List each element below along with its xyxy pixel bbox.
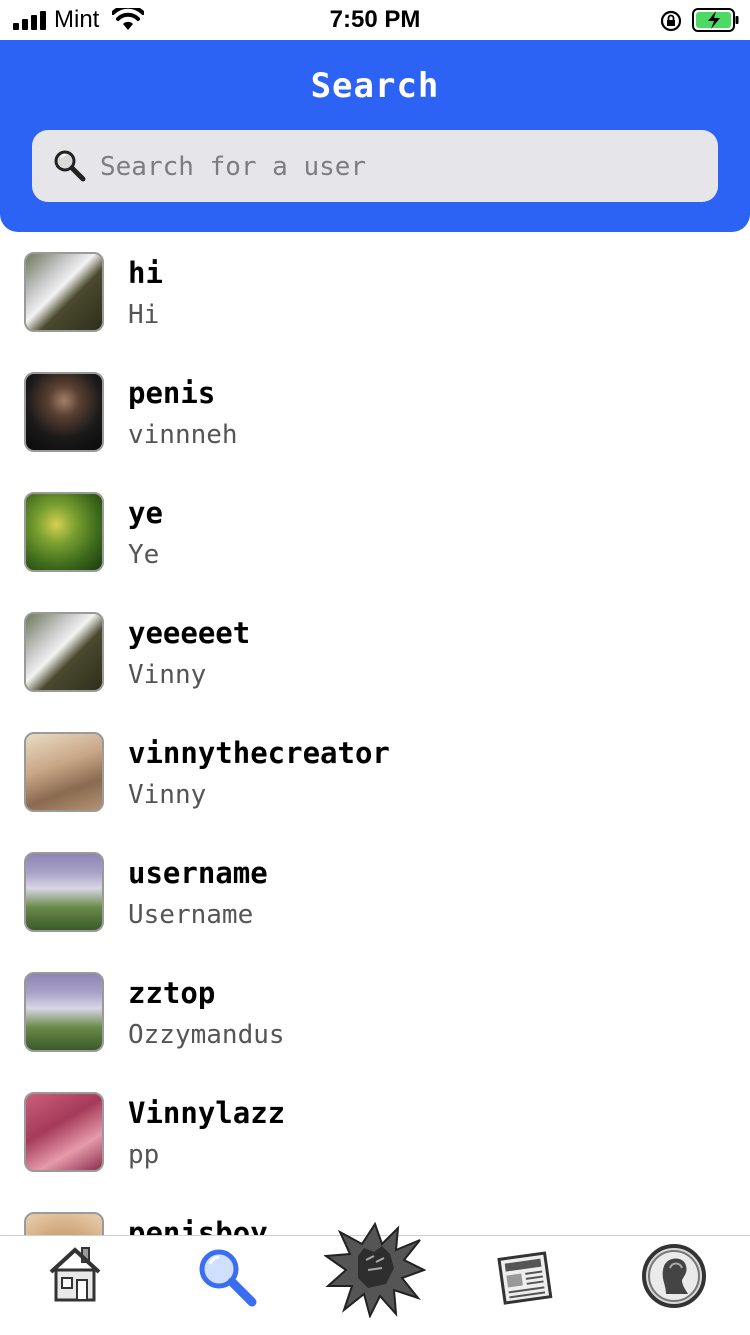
battery-charging-icon [692,8,739,32]
list-item[interactable]: zztop Ozzymandus [0,952,750,1072]
list-item[interactable]: penis vinnneh [0,352,750,472]
list-item[interactable]: username Username [0,832,750,952]
status-time: 7:50 PM [329,6,421,33]
username: hi [128,256,163,290]
page-title: Search [310,66,440,106]
username: ye [128,496,163,530]
house-icon [49,1247,101,1302]
username: yeeeeet [128,616,251,650]
tab-home[interactable] [0,1236,150,1335]
status-bar: Mint 7:50 PM [0,0,750,40]
list-item[interactable]: ye Ye [0,472,750,592]
display-name: vinnneh [128,420,238,450]
display-name: Hi [128,300,160,330]
magnifier-icon [199,1249,257,1307]
list-item[interactable]: yeeeeet Vinny [0,592,750,712]
display-name: Username [128,900,254,930]
avatar [24,852,104,932]
list-item[interactable]: hi Hi [0,232,750,352]
high-five-icon [324,1222,426,1318]
orientation-lock-icon [660,10,682,32]
tab-news[interactable] [450,1236,600,1335]
username: penis [128,376,216,410]
username: vinnythecreator [128,736,390,770]
avatar [24,972,104,1052]
username: username [128,856,268,890]
display-name: Ye [128,540,160,570]
avatar [24,732,104,812]
search-input[interactable] [98,144,702,190]
avatar [24,372,104,452]
profile-icon [642,1244,706,1308]
tab-search[interactable] [150,1236,300,1335]
search-icon [54,150,86,182]
display-name: Ozzymandus [128,1020,285,1050]
header: Search [0,40,750,232]
user-list: hi Hi penis vinnneh ye Ye yeeeeet Vinny … [0,232,750,1235]
avatar [24,612,104,692]
username: zztop [128,976,216,1010]
username: Vinnylazz [128,1096,286,1130]
display-name: Vinny [128,660,207,690]
newspaper-icon [497,1251,553,1305]
avatar [24,492,104,572]
display-name: pp [128,1140,160,1170]
search-bar[interactable] [32,130,718,202]
list-item[interactable]: vinnythecreator Vinny [0,712,750,832]
username: penisboy [128,1216,268,1235]
avatar [24,252,104,332]
avatar [24,1092,104,1172]
tab-bar [0,1222,750,1335]
list-item[interactable]: Vinnylazz pp [0,1072,750,1192]
tab-high-five[interactable] [300,1222,450,1335]
avatar [24,1212,104,1235]
display-name: Vinny [128,780,207,810]
tab-profile[interactable] [600,1236,750,1335]
